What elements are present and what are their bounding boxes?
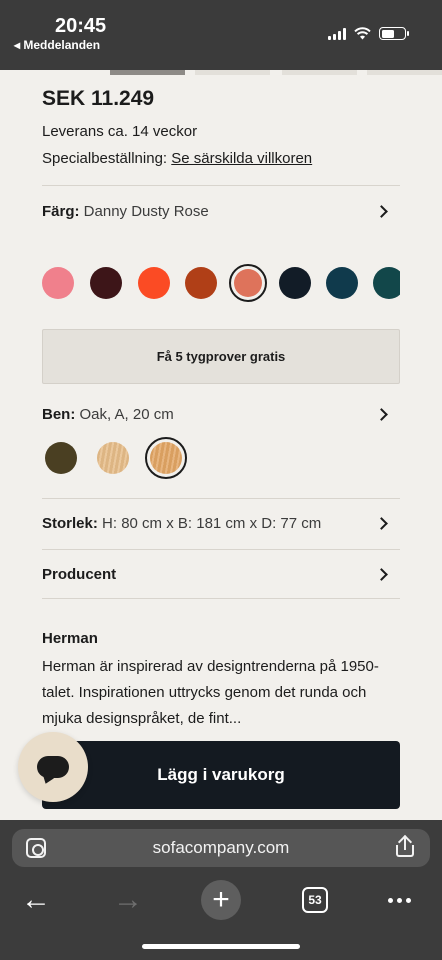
color-swatch[interactable] (373, 267, 400, 299)
color-option-label: Färg: (42, 202, 80, 220)
address-bar[interactable]: sofacompany.com (12, 829, 430, 867)
divider (42, 549, 400, 550)
status-icons (328, 27, 409, 40)
color-swatch[interactable] (90, 267, 122, 299)
leg-swatch[interactable] (145, 437, 187, 479)
product-price: SEK 11.249 (42, 87, 155, 110)
wifi-icon (354, 27, 371, 40)
free-samples-button[interactable]: Få 5 tygprover gratis (42, 329, 400, 384)
image-gallery-strip[interactable] (0, 70, 442, 75)
add-to-cart-button[interactable]: Lägg i varukorg (42, 741, 400, 809)
special-order-info: Specialbeställning: Se särskilda villkor… (42, 150, 312, 167)
chevron-right-icon (375, 516, 388, 530)
page-scan-icon[interactable] (26, 838, 46, 858)
divider (42, 598, 400, 599)
color-swatch[interactable] (279, 267, 311, 299)
size-option-row[interactable]: Storlek: H: 80 cm x B: 181 cm x D: 77 cm (42, 508, 400, 538)
battery-icon (379, 27, 409, 40)
size-option-label: Storlek: (42, 514, 98, 532)
browser-toolbar: ← → + 53 (0, 878, 442, 922)
special-terms-link[interactable]: Se särskilda villkoren (171, 150, 312, 167)
size-option-value: H: 80 cm x B: 181 cm x D: 77 cm (102, 514, 322, 532)
tab-count: 53 (302, 887, 328, 913)
color-option-text: Färg: Danny Dusty Rose (42, 203, 209, 220)
chevron-right-icon (375, 567, 388, 581)
url-text: sofacompany.com (152, 838, 290, 857)
leg-swatches (42, 437, 222, 479)
delivery-time: Leverans ca. 14 veckor (42, 123, 198, 140)
back-to-messages-link[interactable]: ◂ Meddelanden (14, 38, 100, 52)
color-swatch[interactable] (42, 267, 74, 299)
tabs-button[interactable]: 53 (300, 878, 330, 922)
forward-arrow-icon[interactable]: → (108, 878, 148, 922)
color-swatch[interactable] (185, 267, 217, 299)
back-arrow-icon[interactable]: ← (16, 878, 56, 922)
color-swatches (42, 264, 400, 302)
home-indicator (142, 944, 300, 949)
cellular-signal-icon (328, 27, 346, 40)
plus-icon: + (201, 880, 241, 920)
more-dots-icon (387, 897, 411, 903)
status-bar: 20:45 ◂ Meddelanden (0, 0, 442, 70)
special-order-label: Specialbeställning: (42, 150, 168, 167)
producer-option-label: Producent (42, 565, 117, 583)
color-swatch[interactable] (326, 267, 358, 299)
color-option-value: Danny Dusty Rose (83, 202, 209, 220)
share-icon[interactable] (396, 834, 414, 857)
description-title: Herman (42, 630, 98, 647)
divider (42, 185, 400, 186)
legs-option-row[interactable]: Ben: Oak, A, 20 cm (42, 399, 400, 429)
leg-swatch[interactable] (45, 442, 77, 474)
more-options-button[interactable] (384, 878, 414, 922)
description-text: Herman är inspirerad av designtrenderna … (42, 658, 379, 727)
divider (42, 498, 400, 499)
legs-option-value: Oak, A, 20 cm (79, 405, 174, 423)
size-option-text: Storlek: H: 80 cm x B: 181 cm x D: 77 cm (42, 515, 321, 532)
color-swatch[interactable] (229, 264, 267, 302)
chat-button[interactable] (18, 732, 88, 802)
browser-chrome: sofacompany.com ← → + 53 (0, 820, 442, 960)
chevron-right-icon (375, 204, 388, 218)
legs-option-text: Ben: Oak, A, 20 cm (42, 406, 174, 423)
producer-option-row[interactable]: Producent (42, 559, 400, 589)
legs-option-label: Ben: (42, 405, 76, 423)
chat-icon (37, 756, 69, 778)
product-page: SEK 11.249 Leverans ca. 14 veckor Specia… (0, 70, 442, 820)
new-tab-button[interactable]: + (200, 878, 242, 922)
chevron-right-icon (375, 407, 388, 421)
color-swatch[interactable] (138, 267, 170, 299)
leg-swatch[interactable] (97, 442, 129, 474)
color-option-row[interactable]: Färg: Danny Dusty Rose (42, 196, 400, 226)
status-time: 20:45 (55, 15, 107, 37)
